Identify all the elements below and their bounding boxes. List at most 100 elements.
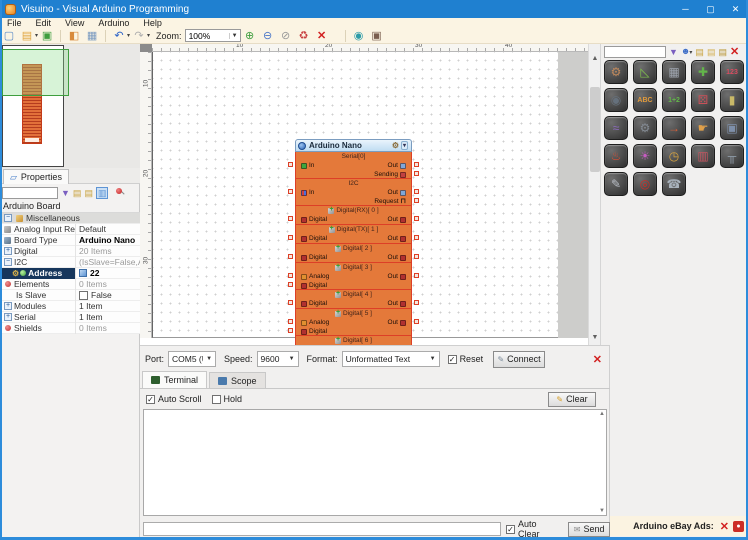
refresh-build-button[interactable]: ♻: [296, 29, 312, 43]
section-i2c[interactable]: I2C In Out Request ⊓: [288, 179, 419, 206]
properties-filter-input[interactable]: [2, 186, 58, 199]
palette-category-button[interactable]: ⚄: [691, 88, 715, 112]
undo-button[interactable]: ↶: [111, 29, 127, 43]
pin-connector[interactable]: [414, 300, 419, 305]
pin-digital-tx1[interactable]: Digital: [301, 235, 327, 242]
pin-digital-3[interactable]: Digital: [301, 282, 327, 289]
tab-terminal[interactable]: Terminal: [142, 371, 208, 388]
design-canvas[interactable]: 10 20 30 40 10 20 30 Arduino Nano ⚙ ▾ Se…: [140, 44, 600, 345]
pin-3-out[interactable]: Out: [388, 273, 406, 280]
connect-button[interactable]: ✎ Connect: [493, 350, 546, 368]
delete-button[interactable]: ✕: [314, 29, 330, 43]
pin-2-out[interactable]: Out: [388, 254, 406, 261]
ads-stop-icon[interactable]: ●: [733, 520, 744, 532]
save-button[interactable]: ▣: [39, 29, 55, 43]
section-digital-3[interactable]: Digital[ 3 ] Analog Out Digital: [288, 263, 419, 290]
pin-serial-sending[interactable]: Sending: [374, 171, 406, 178]
zoom-combo-arrow[interactable]: ▼: [228, 32, 240, 39]
clear-button[interactable]: ✎ Clear: [548, 391, 596, 407]
pin-connector[interactable]: [414, 319, 419, 324]
expand-icon[interactable]: +: [4, 247, 12, 255]
pin-connector[interactable]: [288, 328, 293, 333]
palette-category-button[interactable]: ▣: [720, 116, 744, 140]
pin-connector[interactable]: [414, 216, 419, 221]
palette-category-button[interactable]: ABC: [633, 88, 657, 112]
pin-connector[interactable]: [288, 189, 293, 194]
auto-clear-checkbox[interactable]: ✓: [505, 524, 515, 534]
pin-analog-5[interactable]: Analog: [301, 319, 329, 326]
pin-serial-in[interactable]: In: [301, 162, 314, 169]
expand-icon[interactable]: +: [4, 313, 12, 321]
component-header[interactable]: Arduino Nano ⚙ ▾: [295, 139, 412, 152]
component-settings-icon[interactable]: ⚙: [392, 141, 399, 150]
section-digital-rx0[interactable]: Digital(RX)[ 0 ] Digital Out: [288, 206, 419, 225]
expand-icon[interactable]: +: [4, 302, 12, 310]
pin-connector[interactable]: [414, 273, 419, 278]
collapse-icon[interactable]: −: [4, 214, 12, 222]
send-button[interactable]: ✉ Send: [568, 521, 610, 537]
pin-connector[interactable]: [414, 171, 419, 176]
pin-serial-out[interactable]: Out: [388, 162, 406, 169]
palette-clear-icon[interactable]: ✕: [730, 47, 739, 58]
zoom-out-button[interactable]: ⊖: [260, 29, 276, 43]
palette-filter-funnel-icon[interactable]: ▼: [669, 47, 678, 57]
value-edit-icon[interactable]: [79, 269, 87, 277]
port-combobox[interactable]: COM5 (Unava▼: [168, 351, 217, 367]
pin-4-out[interactable]: Out: [388, 300, 406, 307]
send-input[interactable]: [143, 522, 501, 536]
collapse-all-icon[interactable]: ▤: [84, 188, 93, 198]
pin-5-out[interactable]: Out: [388, 319, 406, 326]
menu-arduino[interactable]: Arduino: [91, 18, 136, 28]
property-row-i2c[interactable]: −I2C (IsSlave=False,A...: [0, 256, 140, 268]
camera-capture-button[interactable]: ▣: [369, 29, 385, 43]
palette-category-button[interactable]: ▦: [662, 60, 686, 84]
pin-tx1-out[interactable]: Out: [388, 235, 406, 242]
pin-i2c-in[interactable]: In: [301, 189, 314, 196]
minimize-button[interactable]: ─: [673, 0, 698, 18]
property-row-board-type[interactable]: Board Type Arduino Nano: [0, 234, 140, 246]
menu-view[interactable]: View: [58, 18, 91, 28]
property-row-miscellaneous[interactable]: − Miscellaneous: [0, 213, 140, 224]
hold-checkbox[interactable]: [211, 394, 221, 404]
palette-category-button[interactable]: ⚙: [604, 60, 628, 84]
zoom-reset-button[interactable]: ⊘: [278, 29, 294, 43]
document-minimap[interactable]: [0, 44, 140, 168]
palette-category-button[interactable]: ✚: [691, 60, 715, 84]
maximize-button[interactable]: ▢: [698, 0, 723, 18]
component-collapse-icon[interactable]: ▾: [400, 141, 408, 150]
property-row-digital[interactable]: + Digital 20 Items: [0, 245, 140, 257]
palette-category-button[interactable]: ▥: [691, 144, 715, 168]
filter-funnel-icon[interactable]: ▼: [61, 188, 70, 198]
property-row-address[interactable]: ⚙ Address 22: [0, 267, 140, 279]
pin-analog-3[interactable]: Analog: [301, 273, 329, 280]
pin-connector[interactable]: [414, 162, 419, 167]
section-digital-5[interactable]: Digital[ 5 ] Analog Out Digital: [288, 309, 419, 336]
component-arduino-nano[interactable]: Arduino Nano ⚙ ▾ Serial[0] In Out Sendin…: [288, 139, 419, 345]
open-dropdown-arrow[interactable]: ▾: [35, 32, 38, 39]
reset-checkbox[interactable]: ✓: [447, 354, 457, 364]
palette-category-button[interactable]: 123: [720, 60, 744, 84]
property-row-analog-input-ref[interactable]: Analog Input Refe... Default: [0, 223, 140, 235]
redo-button[interactable]: ↷: [131, 29, 147, 43]
pin-connector[interactable]: [288, 254, 293, 259]
ads-close-icon[interactable]: ✕: [720, 517, 729, 535]
property-row-serial[interactable]: + Serial 1 Item: [0, 311, 140, 323]
tab-scope[interactable]: Scope: [209, 372, 266, 388]
palette-category-button[interactable]: ◺: [633, 60, 657, 84]
zoom-in-button[interactable]: ⊕: [242, 29, 258, 43]
scroll-down-arrow[interactable]: ▼: [589, 331, 600, 343]
category-view-icon[interactable]: ▥: [95, 186, 109, 199]
section-digital-4[interactable]: Digital[ 4 ] Digital Out: [288, 290, 419, 309]
pin-connector[interactable]: [288, 273, 293, 278]
pin-i2c-request[interactable]: Request ⊓: [374, 198, 406, 206]
section-serial0[interactable]: Serial[0] In Out Sending: [288, 152, 419, 179]
palette-category-button[interactable]: 1+2: [662, 88, 686, 112]
pin-connector[interactable]: [288, 319, 293, 324]
section-digital-6[interactable]: Digital[ 6 ]: [295, 336, 412, 345]
palette-category-button[interactable]: →: [662, 116, 686, 140]
undo-dropdown-arrow[interactable]: ▾: [127, 32, 130, 39]
palette-category-button[interactable]: ▮: [720, 88, 744, 112]
menu-file[interactable]: File: [0, 18, 29, 28]
pin-connector[interactable]: [414, 198, 419, 203]
palette-category-button[interactable]: ☎: [662, 172, 686, 196]
